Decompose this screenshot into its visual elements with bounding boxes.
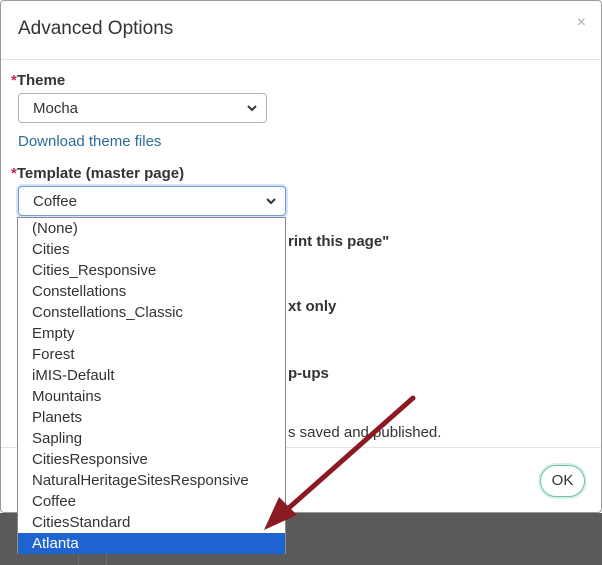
print-page-option-label: rint this page" [288, 233, 390, 250]
dropdown-option[interactable]: Coffee [18, 491, 285, 512]
dropdown-option[interactable]: NaturalHeritageSitesResponsive [18, 470, 285, 491]
theme-select[interactable]: Mocha [18, 93, 267, 123]
dropdown-option[interactable]: Forest [18, 344, 285, 365]
chevron-down-icon [266, 198, 276, 205]
saved-published-note: s saved and published. [288, 424, 442, 441]
dropdown-option[interactable]: Constellations_Classic [18, 302, 285, 323]
dropdown-option[interactable]: Cities_Responsive [18, 260, 285, 281]
dropdown-option[interactable]: Mountains [18, 386, 285, 407]
template-label: *Template (master page) [11, 165, 184, 182]
dropdown-option[interactable]: Empty [18, 323, 285, 344]
theme-label: *Theme [11, 72, 65, 89]
dropdown-option[interactable]: CitiesStandard [18, 512, 285, 533]
popups-option-label: p-ups [288, 365, 329, 382]
dropdown-option-highlighted[interactable]: Atlanta [18, 533, 285, 554]
dropdown-option[interactable]: Cities [18, 239, 285, 260]
dropdown-option[interactable]: Constellations [18, 281, 285, 302]
download-theme-files-link[interactable]: Download theme files [18, 133, 161, 150]
dropdown-option[interactable]: CitiesResponsive [18, 449, 285, 470]
dropdown-option[interactable]: iMIS-Default [18, 365, 285, 386]
close-icon[interactable]: × [577, 15, 586, 31]
template-dropdown-list[interactable]: (None) Cities Cities_Responsive Constell… [17, 217, 286, 554]
text-only-option-label: xt only [288, 298, 337, 315]
dialog-header: Advanced Options × [1, 1, 601, 60]
template-label-text: Template (master page) [16, 165, 185, 182]
ok-button[interactable]: OK [540, 465, 585, 497]
template-select-value: Coffee [33, 193, 77, 210]
dropdown-option[interactable]: Planets [18, 407, 285, 428]
dialog-title: Advanced Options [18, 18, 174, 39]
chevron-down-icon [247, 105, 257, 112]
theme-select-value: Mocha [33, 100, 79, 117]
dropdown-option[interactable]: Sapling [18, 428, 285, 449]
dropdown-option[interactable]: (None) [18, 218, 285, 239]
theme-label-text: Theme [16, 72, 66, 89]
template-select[interactable]: Coffee [18, 186, 286, 216]
